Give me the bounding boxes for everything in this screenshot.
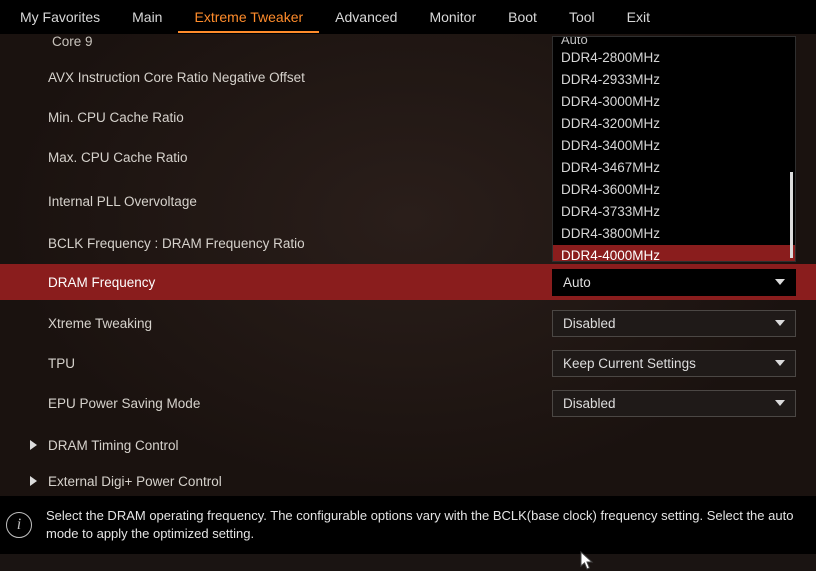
nav-exit[interactable]: Exit bbox=[611, 1, 666, 33]
nav-favorites[interactable]: My Favorites bbox=[4, 1, 116, 33]
dropdown-option[interactable]: DDR4-3800MHz bbox=[553, 223, 795, 245]
scrollbar-thumb[interactable] bbox=[790, 172, 793, 258]
setting-tpu[interactable]: TPU Keep Current Settings bbox=[0, 344, 816, 382]
caret-down-icon bbox=[775, 279, 785, 285]
submenu-digi-power-label: External Digi+ Power Control bbox=[48, 474, 222, 489]
dram-frequency-dropdown: Auto DDR4-2800MHz DDR4-2933MHz DDR4-3000… bbox=[552, 36, 796, 262]
chevron-right-icon bbox=[30, 476, 37, 486]
setting-min-cpu-cache-label: Min. CPU Cache Ratio bbox=[48, 110, 184, 125]
nav-monitor[interactable]: Monitor bbox=[413, 1, 492, 33]
dram-frequency-value: Auto bbox=[563, 275, 591, 290]
epu-select[interactable]: Disabled bbox=[552, 390, 796, 417]
settings-panel: Core 9 AVX Instruction Core Ratio Negati… bbox=[0, 34, 816, 496]
xtreme-tweaking-value: Disabled bbox=[563, 316, 616, 331]
setting-xtreme-tweaking-label: Xtreme Tweaking bbox=[48, 316, 152, 331]
caret-down-icon bbox=[775, 360, 785, 366]
submenu-digi-power[interactable]: External Digi+ Power Control bbox=[0, 462, 816, 496]
setting-max-cpu-cache-label: Max. CPU Cache Ratio bbox=[48, 150, 188, 165]
submenu-dram-timing[interactable]: DRAM Timing Control bbox=[0, 426, 816, 464]
dropdown-option[interactable]: DDR4-3000MHz bbox=[553, 91, 795, 113]
setting-dram-frequency[interactable]: DRAM Frequency Auto bbox=[0, 264, 816, 300]
dropdown-scrollbar[interactable] bbox=[787, 37, 793, 261]
dropdown-option[interactable]: DDR4-3400MHz bbox=[553, 135, 795, 157]
setting-bclk-dram-ratio-label: BCLK Frequency : DRAM Frequency Ratio bbox=[48, 236, 305, 251]
setting-core9-label: Core 9 bbox=[52, 34, 93, 49]
help-text: Select the DRAM operating frequency. The… bbox=[46, 507, 804, 543]
xtreme-tweaking-select[interactable]: Disabled bbox=[552, 310, 796, 337]
chevron-right-icon bbox=[30, 440, 37, 450]
nav-tool[interactable]: Tool bbox=[553, 1, 611, 33]
setting-epu-power-saving-label: EPU Power Saving Mode bbox=[48, 396, 200, 411]
dropdown-option[interactable]: DDR4-2800MHz bbox=[553, 47, 795, 69]
nav-main[interactable]: Main bbox=[116, 1, 178, 33]
top-nav: My Favorites Main Extreme Tweaker Advanc… bbox=[0, 0, 816, 34]
dropdown-option[interactable]: DDR4-3733MHz bbox=[553, 201, 795, 223]
nav-extreme-tweaker[interactable]: Extreme Tweaker bbox=[178, 1, 319, 33]
dropdown-option-partial[interactable]: Auto bbox=[553, 37, 795, 47]
nav-advanced[interactable]: Advanced bbox=[319, 1, 413, 33]
setting-dram-frequency-label: DRAM Frequency bbox=[48, 275, 155, 290]
setting-avx-offset-label: AVX Instruction Core Ratio Negative Offs… bbox=[48, 70, 305, 85]
setting-tpu-label: TPU bbox=[48, 356, 75, 371]
dram-frequency-select[interactable]: Auto bbox=[552, 269, 796, 296]
setting-pll-overvoltage-label: Internal PLL Overvoltage bbox=[48, 194, 197, 209]
epu-value: Disabled bbox=[563, 396, 616, 411]
submenu-dram-timing-label: DRAM Timing Control bbox=[48, 438, 179, 453]
dropdown-option[interactable]: DDR4-3467MHz bbox=[553, 157, 795, 179]
dropdown-option[interactable]: DDR4-3200MHz bbox=[553, 113, 795, 135]
dropdown-option[interactable]: DDR4-4000MHz bbox=[553, 245, 795, 262]
help-footer: i Select the DRAM operating frequency. T… bbox=[0, 496, 816, 554]
info-icon: i bbox=[6, 512, 32, 538]
setting-xtreme-tweaking[interactable]: Xtreme Tweaking Disabled bbox=[0, 304, 816, 342]
caret-down-icon bbox=[775, 320, 785, 326]
setting-epu-power-saving[interactable]: EPU Power Saving Mode Disabled bbox=[0, 384, 816, 422]
dropdown-option[interactable]: DDR4-2933MHz bbox=[553, 69, 795, 91]
dropdown-option[interactable]: DDR4-3600MHz bbox=[553, 179, 795, 201]
caret-down-icon bbox=[775, 400, 785, 406]
nav-boot[interactable]: Boot bbox=[492, 1, 553, 33]
tpu-select[interactable]: Keep Current Settings bbox=[552, 350, 796, 377]
tpu-value: Keep Current Settings bbox=[563, 356, 696, 371]
